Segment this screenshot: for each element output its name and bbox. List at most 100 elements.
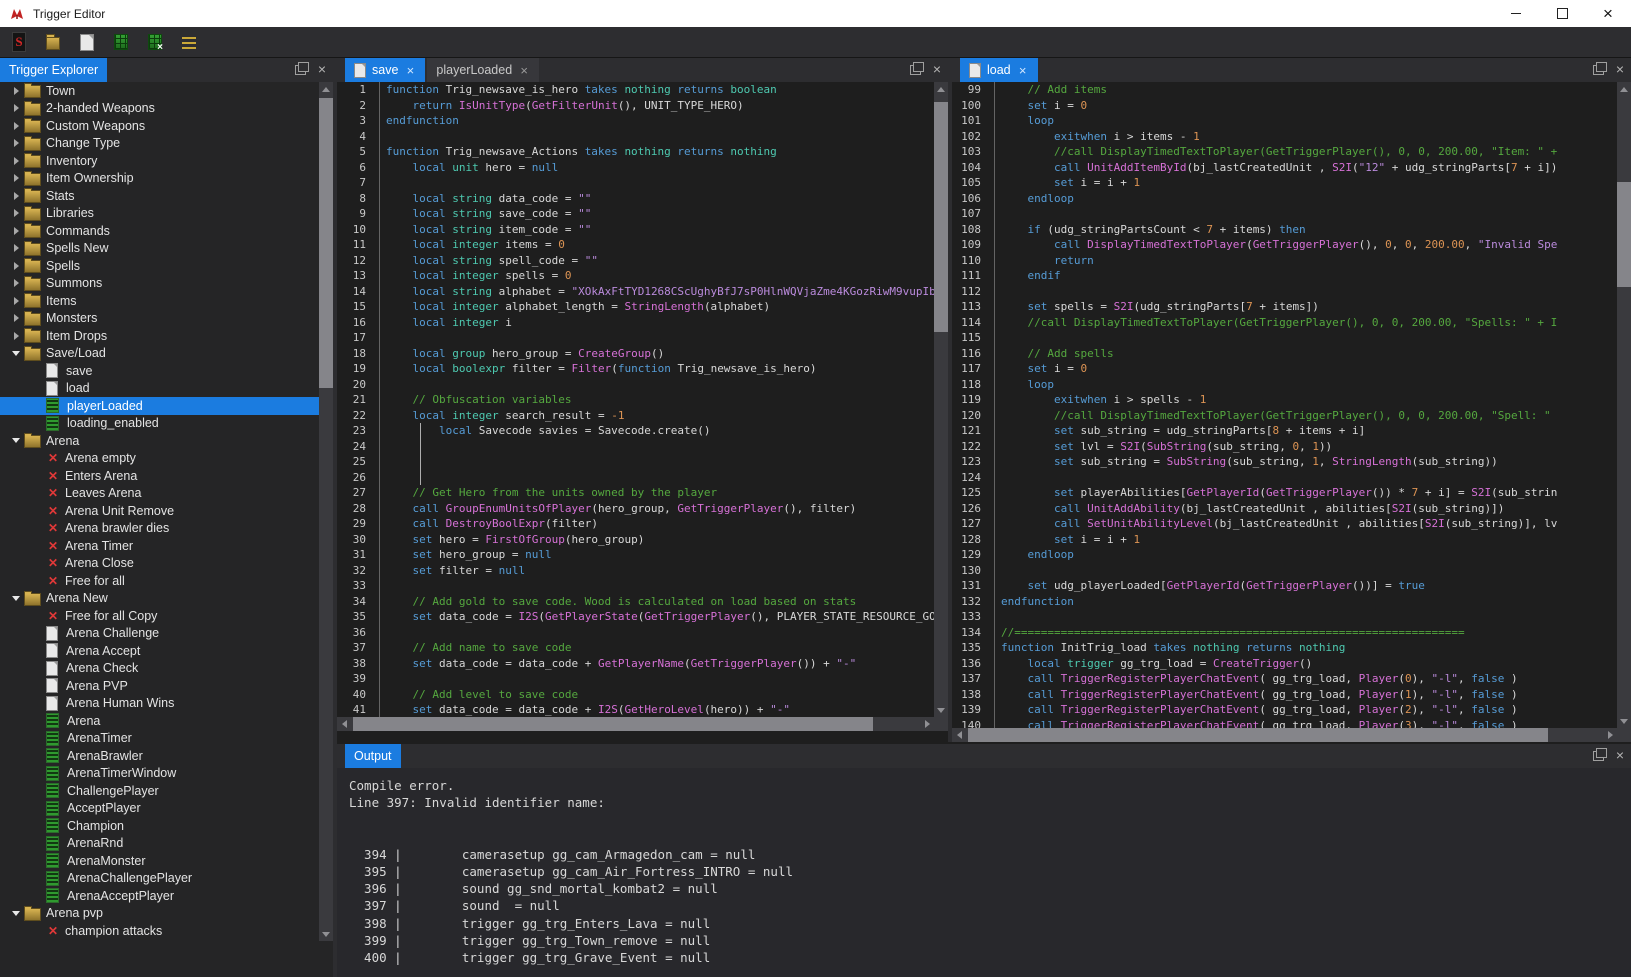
scroll-down-icon[interactable]: [934, 703, 948, 717]
float-panel-icon[interactable]: [295, 65, 306, 75]
expand-icon[interactable]: [8, 279, 24, 287]
tree-item-commands[interactable]: Commands: [0, 222, 319, 240]
tree-item-leaves-arena[interactable]: Leaves Arena: [0, 485, 319, 503]
tree-item-champion-attacks[interactable]: champion attacks: [0, 922, 319, 940]
scroll-down-icon[interactable]: [1617, 714, 1631, 728]
explorer-scrollbar[interactable]: [319, 82, 333, 941]
tree-item-arenaacceptplayer[interactable]: ArenaAcceptPlayer: [0, 887, 319, 905]
new-category-button[interactable]: [40, 29, 66, 55]
expand-icon[interactable]: [8, 244, 24, 252]
trigger-explorer-tab[interactable]: Trigger Explorer: [0, 58, 107, 82]
expand-icon[interactable]: [8, 297, 24, 305]
tree-item-item-drops[interactable]: Item Drops: [0, 327, 319, 345]
tree-item-item-ownership[interactable]: Item Ownership: [0, 170, 319, 188]
tree-item-2-handed-weapons[interactable]: 2-handed Weapons: [0, 100, 319, 118]
code-editor-load[interactable]: 9910010110210310410510610710810911011111…: [952, 82, 1617, 728]
expand-icon[interactable]: [8, 209, 24, 217]
close-button[interactable]: [1585, 0, 1631, 27]
tab-save[interactable]: save: [345, 58, 425, 82]
scroll-thumb[interactable]: [353, 717, 873, 731]
float-panel-icon[interactable]: [910, 65, 921, 75]
float-panel-icon[interactable]: [1593, 65, 1604, 75]
expand-icon[interactable]: [8, 87, 24, 95]
tree-item-arenatimerwindow[interactable]: ArenaTimerWindow: [0, 765, 319, 783]
variables-button[interactable]: [108, 29, 134, 55]
tree-item-monsters[interactable]: Monsters: [0, 310, 319, 328]
tree-item-arena-unit-remove[interactable]: Arena Unit Remove: [0, 502, 319, 520]
editor-vscrollbar[interactable]: [1617, 82, 1631, 728]
tree-item-enters-arena[interactable]: Enters Arena: [0, 467, 319, 485]
maximize-button[interactable]: [1539, 0, 1585, 27]
expand-icon[interactable]: [8, 332, 24, 340]
scroll-down-icon[interactable]: [319, 927, 333, 941]
tree-item-arenamonster[interactable]: ArenaMonster: [0, 852, 319, 870]
tree-item-arenatimer[interactable]: ArenaTimer: [0, 730, 319, 748]
scroll-up-icon[interactable]: [319, 82, 333, 96]
close-tab-icon[interactable]: [404, 64, 416, 77]
tree-item-stats[interactable]: Stats: [0, 187, 319, 205]
output-console[interactable]: Compile error.Line 397: Invalid identifi…: [337, 768, 1631, 977]
tree-item-arena[interactable]: Arena: [0, 432, 319, 450]
minimize-button[interactable]: [1493, 0, 1539, 27]
scroll-up-icon[interactable]: [1617, 82, 1631, 96]
tree-item-arena-timer[interactable]: Arena Timer: [0, 537, 319, 555]
close-tab-icon[interactable]: [1017, 64, 1029, 77]
tree-item-challengeplayer[interactable]: ChallengePlayer: [0, 782, 319, 800]
tree-item-items[interactable]: Items: [0, 292, 319, 310]
expand-icon[interactable]: [8, 262, 24, 270]
tree-item-arena-brawler-dies[interactable]: Arena brawler dies: [0, 520, 319, 538]
tree-item-load[interactable]: load: [0, 380, 319, 398]
expand-icon[interactable]: [8, 139, 24, 147]
scroll-right-icon[interactable]: [920, 717, 934, 731]
scroll-thumb[interactable]: [1617, 182, 1631, 287]
tab-playerloaded[interactable]: playerLoaded: [427, 58, 539, 82]
editor-hscrollbar[interactable]: [952, 728, 1617, 742]
tree-item-libraries[interactable]: Libraries: [0, 205, 319, 223]
tree-item-loading-enabled[interactable]: loading_enabled: [0, 415, 319, 433]
trigger-list-button[interactable]: [176, 29, 202, 55]
tree-item-arena-accept[interactable]: Arena Accept: [0, 642, 319, 660]
collapse-icon[interactable]: [8, 911, 24, 916]
tree-item-arena[interactable]: Arena: [0, 712, 319, 730]
close-panel-icon[interactable]: [318, 61, 326, 79]
scroll-left-icon[interactable]: [952, 728, 966, 742]
tab-output[interactable]: Output: [345, 744, 401, 768]
tree-item-spells-new[interactable]: Spells New: [0, 240, 319, 258]
expand-icon[interactable]: [8, 192, 24, 200]
tree-item-arena-pvp[interactable]: Arena pvp: [0, 905, 319, 923]
expand-icon[interactable]: [8, 314, 24, 322]
tree-item-arena-pvp[interactable]: Arena PVP: [0, 677, 319, 695]
close-panel-icon[interactable]: [933, 61, 941, 79]
tree-item-champion[interactable]: Champion: [0, 817, 319, 835]
tree-item-arena-empty[interactable]: Arena empty: [0, 450, 319, 468]
tree-item-arenachallengeplayer[interactable]: ArenaChallengePlayer: [0, 870, 319, 888]
new-trigger-button[interactable]: [74, 29, 100, 55]
tree-item-spells[interactable]: Spells: [0, 257, 319, 275]
syntax-tool-button[interactable]: [6, 29, 32, 55]
tree-item-arena-new[interactable]: Arena New: [0, 590, 319, 608]
close-panel-icon[interactable]: [1616, 747, 1624, 765]
scroll-up-icon[interactable]: [934, 82, 948, 96]
expand-icon[interactable]: [8, 157, 24, 165]
tree-item-free-for-all[interactable]: Free for all: [0, 572, 319, 590]
code-editor-save[interactable]: 1234567891011121314151617181920212223242…: [337, 82, 934, 717]
tree-item-arena-check[interactable]: Arena Check: [0, 660, 319, 678]
scroll-thumb[interactable]: [934, 102, 948, 332]
collapse-icon[interactable]: [8, 596, 24, 601]
tree-item-save-load[interactable]: Save/Load: [0, 345, 319, 363]
close-tab-icon[interactable]: [518, 64, 530, 77]
tab-load[interactable]: load: [960, 58, 1038, 82]
tree-item-custom-weapons[interactable]: Custom Weapons: [0, 117, 319, 135]
tree-item-free-for-all-copy[interactable]: Free for all Copy: [0, 607, 319, 625]
tree-item-arena-close[interactable]: Arena Close: [0, 555, 319, 573]
tree-item-change-type[interactable]: Change Type: [0, 135, 319, 153]
expand-icon[interactable]: [8, 122, 24, 130]
scroll-right-icon[interactable]: [1603, 728, 1617, 742]
tree-item-arena-challenge[interactable]: Arena Challenge: [0, 625, 319, 643]
tree-item-summons[interactable]: Summons: [0, 275, 319, 293]
expand-icon[interactable]: [8, 174, 24, 182]
convert-script-button[interactable]: [142, 29, 168, 55]
collapse-icon[interactable]: [8, 438, 24, 443]
tree-item-arenarnd[interactable]: ArenaRnd: [0, 835, 319, 853]
explorer-scroll-thumb[interactable]: [319, 98, 333, 388]
